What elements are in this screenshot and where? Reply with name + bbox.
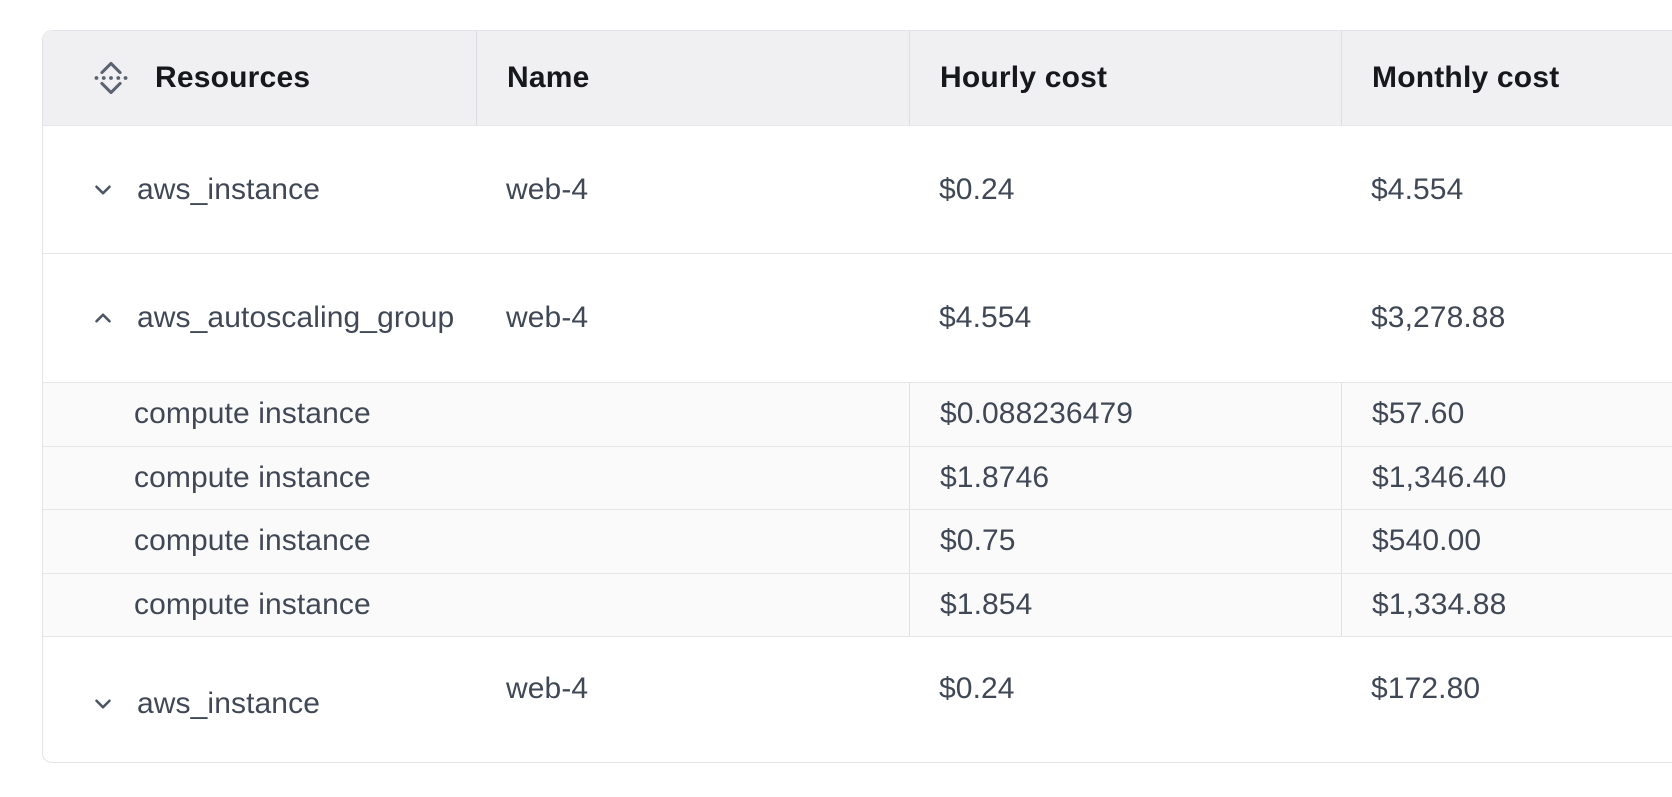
table-row-aws-instance-1: aws_instance web-4 $0.24 $4.554 — [43, 125, 1672, 253]
monthly-cost-value: $4.554 — [1341, 126, 1672, 253]
resource-type-label: aws_autoscaling_group — [137, 301, 454, 335]
page: Resources Name Hourly cost Monthly cost … — [0, 0, 1672, 797]
resource-type-label: aws_instance — [137, 687, 320, 721]
column-header-resources-label: Resources — [155, 61, 310, 95]
resource-name: web-4 — [476, 254, 909, 382]
resource-cell: aws_autoscaling_group — [43, 254, 476, 382]
column-header-name: Name — [476, 31, 909, 125]
table-row-aws-instance-2: aws_instance web-4 $0.24 $172.80 — [43, 636, 1672, 762]
resource-name: web-4 — [476, 126, 909, 253]
cost-component-label: compute instance — [43, 383, 909, 446]
monthly-cost-value: $57.60 — [1341, 383, 1672, 446]
chevron-up-icon[interactable] — [89, 304, 117, 332]
hourly-cost-value: $0.24 — [909, 626, 1341, 751]
sub-row-compute-instance: compute instance $0.088236479 $57.60 — [43, 382, 1672, 446]
sub-row-compute-instance: compute instance $0.75 $540.00 — [43, 509, 1672, 573]
cost-component-label: compute instance — [43, 447, 909, 510]
chevron-down-icon[interactable] — [89, 690, 117, 718]
table-header-row: Resources Name Hourly cost Monthly cost — [43, 31, 1672, 125]
hourly-cost-value: $0.75 — [909, 510, 1341, 573]
column-header-hourly-cost: Hourly cost — [909, 31, 1341, 125]
hourly-cost-value: $0.088236479 — [909, 383, 1341, 446]
sub-row-compute-instance: compute instance $1.8746 $1,346.40 — [43, 446, 1672, 510]
resource-name: web-4 — [476, 626, 909, 751]
column-header-resources: Resources — [43, 31, 476, 125]
resource-cell: aws_instance — [43, 126, 476, 253]
cost-component-label: compute instance — [43, 510, 909, 573]
table-row-aws-autoscaling-group: aws_autoscaling_group web-4 $4.554 $3,27… — [43, 253, 1672, 382]
column-header-monthly-cost: Monthly cost — [1341, 31, 1672, 125]
hourly-cost-value: $0.24 — [909, 126, 1341, 253]
hourly-cost-value: $1.8746 — [909, 447, 1341, 510]
hourly-cost-value: $4.554 — [909, 254, 1341, 382]
monthly-cost-value: $1,346.40 — [1341, 447, 1672, 510]
monthly-cost-value: $3,278.88 — [1341, 254, 1672, 382]
chevron-down-icon[interactable] — [89, 176, 117, 204]
cost-breakdown-table: Resources Name Hourly cost Monthly cost … — [42, 30, 1672, 763]
resource-type-label: aws_instance — [137, 173, 320, 207]
monthly-cost-value: $540.00 — [1341, 510, 1672, 573]
monthly-cost-value: $172.80 — [1341, 626, 1672, 751]
resource-cell: aws_instance — [43, 637, 476, 762]
drag-reorder-icon[interactable] — [89, 53, 133, 103]
